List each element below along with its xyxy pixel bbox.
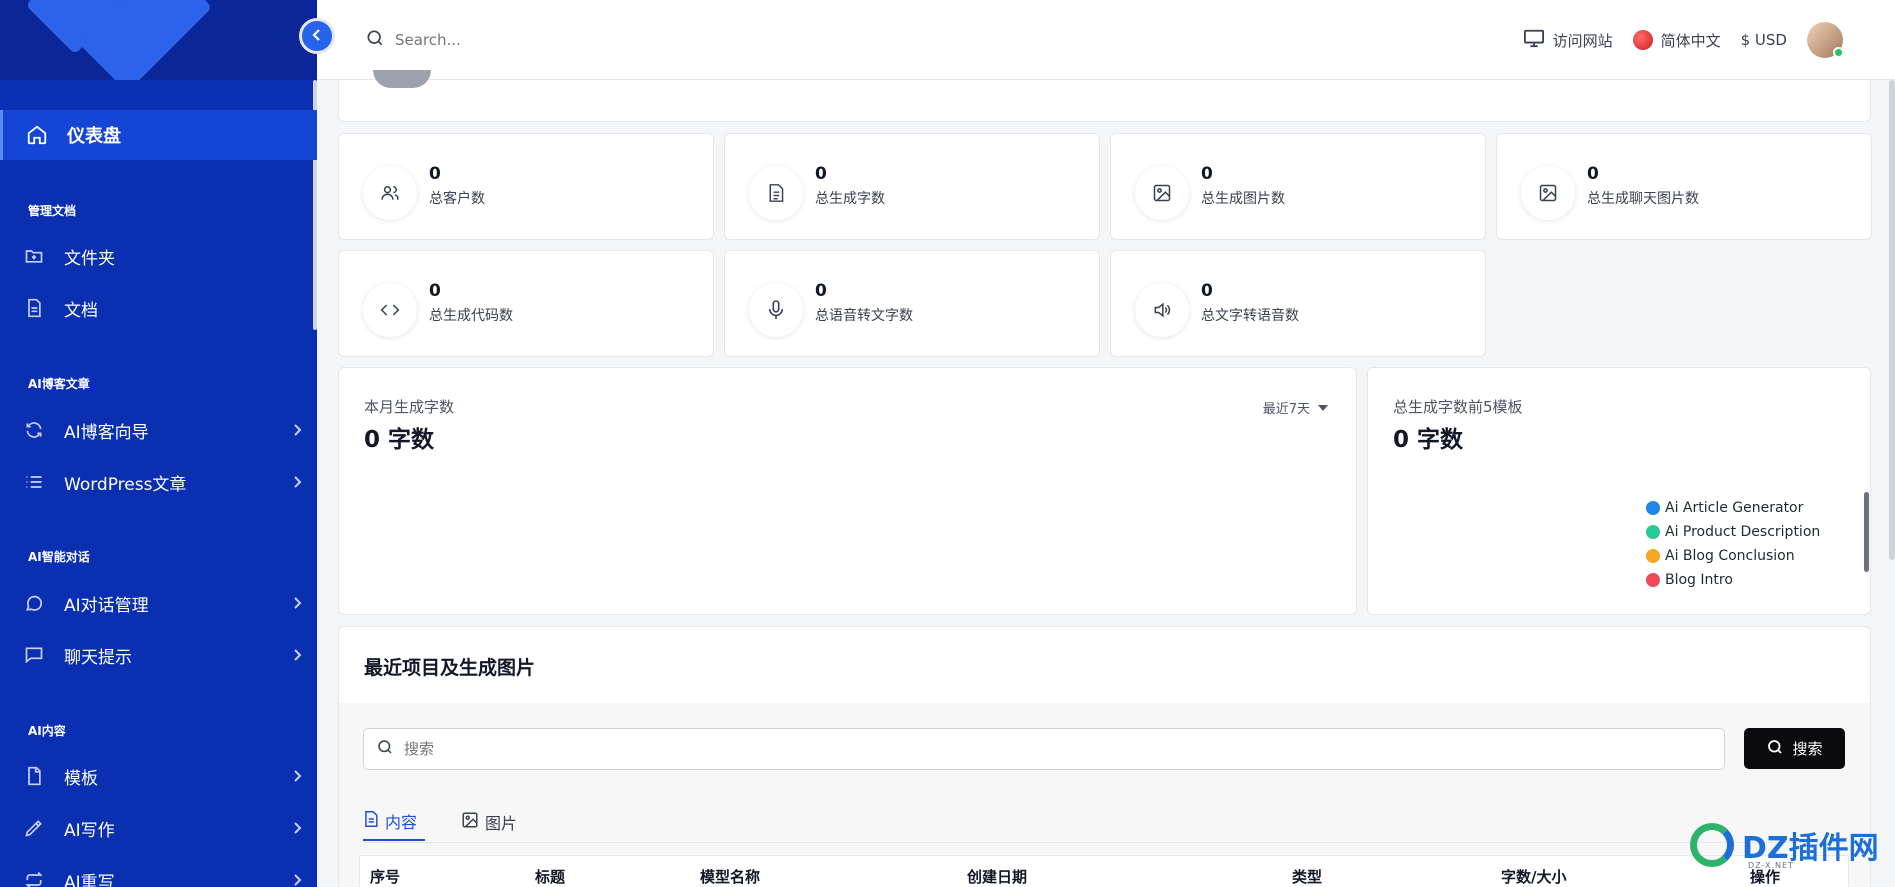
- microphone-icon: [749, 283, 803, 337]
- file-icon: [22, 764, 46, 788]
- users-icon: [363, 166, 417, 220]
- sidebar-item-templates[interactable]: 模板: [0, 754, 317, 798]
- stat-card-customers: 0 总客户数: [338, 133, 714, 240]
- date-range-dropdown[interactable]: 最近7天: [1263, 398, 1328, 417]
- sidebar-item-dashboard[interactable]: 仪表盘: [0, 110, 317, 160]
- sidebar-item-ai-rewrite[interactable]: AI重写: [0, 858, 317, 887]
- list-icon: [22, 470, 46, 494]
- file-text-icon: [749, 166, 803, 220]
- document-icon: [22, 296, 46, 320]
- home-icon: [25, 123, 49, 147]
- stat-card-code: 0 总生成代码数: [338, 250, 714, 357]
- legend-dot: [1646, 501, 1660, 515]
- search-icon: [365, 28, 385, 52]
- file-text-icon: [363, 810, 379, 832]
- refresh-icon: [22, 418, 46, 442]
- profile-card: [338, 70, 1871, 122]
- global-search[interactable]: [365, 28, 695, 52]
- search-icon: [376, 738, 394, 760]
- user-avatar[interactable]: [1807, 22, 1844, 58]
- image-icon: [461, 811, 479, 833]
- sidebar-item-chat-prompts[interactable]: 聊天提示: [0, 633, 317, 677]
- chevron-right-icon: [291, 422, 303, 441]
- chevron-right-icon: [291, 595, 303, 614]
- column-header[interactable]: 模型名称: [700, 866, 760, 887]
- visit-site-link[interactable]: 访问网站: [1523, 28, 1613, 52]
- speaker-icon: [1135, 283, 1189, 337]
- chat-bubble-icon: [22, 591, 46, 615]
- page-scrollbar[interactable]: [1889, 80, 1895, 560]
- sidebar-logo-area: [0, 0, 317, 80]
- currency-selector[interactable]: $ USD: [1741, 31, 1787, 49]
- sidebar-section-title: AI内容: [28, 724, 66, 738]
- table-search[interactable]: [363, 728, 1725, 770]
- flag-icon: [1632, 30, 1653, 50]
- sidebar-collapse-button[interactable]: [299, 18, 335, 54]
- watermark-logo: DZ插件网 DZ-X.NET: [1690, 812, 1890, 877]
- top-templates-panel: 总生成字数前5模板 0 字数 Ai Article Generator Ai P…: [1367, 367, 1871, 615]
- image-icon: [1521, 166, 1575, 220]
- image-icon: [1135, 166, 1189, 220]
- code-icon: [363, 283, 417, 337]
- legend-item[interactable]: Ai Blog Conclusion: [1646, 544, 1820, 568]
- chevron-left-icon: [311, 27, 323, 46]
- legend-scrollbar[interactable]: [1864, 492, 1869, 572]
- table-header: 序号 标题 模型名称 创建日期 类型 字数/大小 操作: [359, 855, 1849, 887]
- repeat-icon: [22, 868, 46, 887]
- watermark-circle-icon: [1690, 822, 1734, 867]
- sidebar-item-folders[interactable]: 文件夹: [0, 234, 317, 278]
- search-input[interactable]: [395, 31, 695, 49]
- sidebar-section-title: AI智能对话: [28, 550, 90, 564]
- search-button[interactable]: 搜索: [1744, 728, 1845, 769]
- stat-card-chat-images: 0 总生成聊天图片数: [1496, 133, 1872, 240]
- language-selector[interactable]: 简体中文: [1632, 30, 1721, 51]
- column-header[interactable]: 创建日期: [967, 866, 1027, 887]
- chevron-right-icon: [291, 647, 303, 666]
- stat-card-speech-to-text: 0 总语音转文字数: [724, 250, 1100, 357]
- stat-card-images: 0 总生成图片数: [1110, 133, 1486, 240]
- sidebar-section-title: AI博客文章: [28, 377, 90, 391]
- sidebar-item-ai-chat[interactable]: AI对话管理: [0, 581, 317, 625]
- sidebar-section-title: 管理文档: [28, 204, 77, 218]
- tab-content[interactable]: 内容: [363, 803, 425, 841]
- column-header[interactable]: 字数/大小: [1501, 866, 1566, 887]
- online-status-dot: [1833, 47, 1844, 58]
- tabs-divider: [363, 842, 1845, 843]
- sidebar-item-documents[interactable]: 文档: [0, 286, 317, 330]
- column-header[interactable]: 序号: [370, 866, 400, 887]
- sidebar-item-wordpress[interactable]: WordPress文章: [0, 460, 317, 504]
- pen-icon: [22, 816, 46, 840]
- legend-item[interactable]: Ai Article Generator: [1646, 496, 1820, 520]
- legend-item[interactable]: Blog Intro: [1646, 568, 1820, 592]
- sidebar-item-ai-writing[interactable]: AI写作: [0, 806, 317, 850]
- monitor-icon: [1523, 28, 1545, 52]
- sidebar-item-label: 仪表盘: [67, 126, 121, 147]
- legend-dot: [1646, 525, 1660, 539]
- tab-images[interactable]: 图片: [461, 803, 517, 841]
- stat-card-words: 0 总生成字数: [724, 133, 1100, 240]
- search-icon: [1766, 738, 1784, 760]
- folder-plus-icon: [22, 244, 46, 268]
- stat-card-text-to-speech: 0 总文字转语音数: [1110, 250, 1486, 357]
- chevron-right-icon: [291, 872, 303, 887]
- table-search-input[interactable]: [404, 740, 1604, 758]
- column-header[interactable]: 类型: [1292, 866, 1322, 887]
- legend-dot: [1646, 549, 1660, 563]
- message-square-icon: [22, 643, 46, 667]
- monthly-words-panel: 本月生成字数 0 字数 最近7天: [338, 367, 1357, 615]
- chevron-right-icon: [291, 820, 303, 839]
- top-header: 访问网站 简体中文 $ USD: [317, 0, 1895, 80]
- legend-dot: [1646, 573, 1660, 587]
- legend-item[interactable]: Ai Product Description: [1646, 520, 1820, 544]
- chevron-right-icon: [291, 768, 303, 787]
- chevron-right-icon: [291, 474, 303, 493]
- chart-legend: Ai Article Generator Ai Product Descript…: [1646, 496, 1820, 592]
- sidebar: 仪表盘 管理文档 文件夹 文档 AI博客文章 AI博客向导 WordPress文…: [0, 0, 317, 887]
- caret-down-icon: [1318, 404, 1328, 411]
- column-header[interactable]: 标题: [535, 866, 565, 887]
- profile-avatar: [373, 70, 431, 88]
- sidebar-item-ai-blog-wizard[interactable]: AI博客向导: [0, 408, 317, 452]
- recent-projects-panel: 最近项目及生成图片 搜索 内容 图片 序号 标题 模型名称 创建日期 类型 字数…: [338, 626, 1871, 887]
